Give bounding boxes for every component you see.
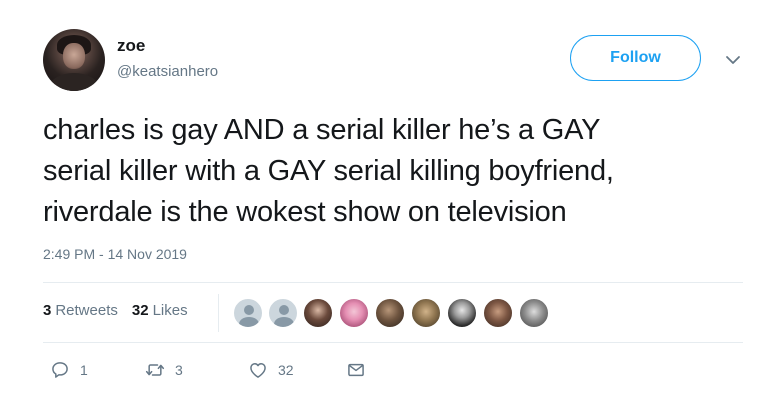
likes-stat[interactable]: 32 Likes — [132, 302, 188, 319]
heart-icon — [250, 363, 266, 378]
tweet-card: zoe @keatsianhero Follow charles is gay … — [0, 0, 783, 403]
envelope-icon — [348, 363, 364, 377]
tweet-timestamp[interactable]: 2:49 PM - 14 Nov 2019 — [43, 246, 187, 262]
divider — [43, 342, 743, 343]
reply-icon — [52, 362, 68, 378]
tweet-text: charles is gay AND a serial killer he’s … — [43, 114, 614, 228]
retweet-count: 3 — [175, 362, 183, 378]
likes-label: Likes — [152, 302, 188, 319]
likes-count: 32 — [131, 302, 149, 319]
reply-button[interactable]: 1 — [50, 360, 88, 380]
liker-avatar[interactable] — [410, 297, 442, 329]
chevron-down-icon[interactable] — [722, 52, 744, 68]
liker-avatar[interactable] — [482, 297, 514, 329]
follow-button[interactable]: Follow — [570, 35, 701, 81]
author-avatar[interactable] — [43, 29, 105, 91]
liker-avatar[interactable] — [232, 297, 264, 329]
author-display-name[interactable]: zoe — [117, 36, 145, 56]
direct-message-button[interactable] — [346, 360, 366, 380]
retweet-icon — [145, 364, 165, 376]
retweets-stat[interactable]: 3 Retweets — [43, 302, 118, 319]
retweet-button[interactable]: 3 — [145, 360, 183, 380]
reply-count: 1 — [80, 362, 88, 378]
tweet-actions: 1 3 32 — [50, 360, 390, 384]
retweets-count: 3 — [43, 302, 52, 319]
liker-avatar[interactable] — [446, 297, 478, 329]
stats-separator — [218, 294, 219, 332]
like-button[interactable]: 32 — [248, 360, 294, 380]
liker-avatar[interactable] — [518, 297, 550, 329]
liker-avatar[interactable] — [302, 297, 334, 329]
retweets-label: Retweets — [55, 302, 118, 319]
liker-avatar[interactable] — [338, 297, 370, 329]
like-count: 32 — [278, 362, 294, 378]
author-handle[interactable]: @keatsianhero — [117, 63, 218, 80]
divider — [43, 282, 743, 283]
liker-avatar[interactable] — [374, 297, 406, 329]
liker-avatar[interactable] — [267, 297, 299, 329]
tweet-stats: 3 Retweets 32 Likes — [43, 302, 188, 319]
